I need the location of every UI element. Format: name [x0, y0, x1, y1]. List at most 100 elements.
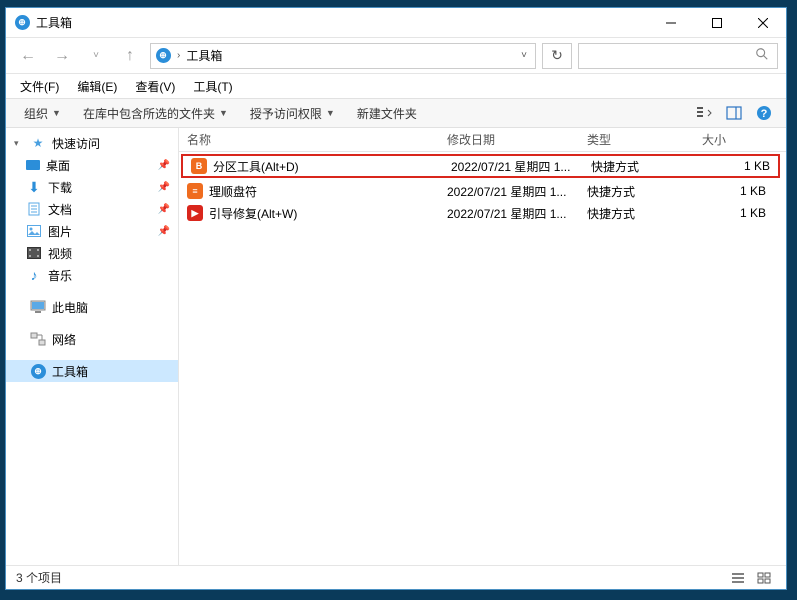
- chevron-down-icon: ▾: [14, 138, 24, 149]
- network-icon: [30, 331, 46, 347]
- search-icon: [755, 47, 769, 64]
- pictures-icon: [26, 223, 42, 239]
- toolbar-include[interactable]: 在库中包含所选的文件夹 ▼: [73, 102, 238, 125]
- toolbar-newfolder-label: 新建文件夹: [357, 105, 417, 122]
- chevron-down-icon: ▼: [326, 108, 335, 118]
- sidebar-documents[interactable]: 文档 📌: [6, 198, 178, 220]
- breadcrumb[interactable]: 工具箱: [186, 47, 222, 64]
- content-pane: 名称 修改日期 类型 大小 B分区工具(Alt+D)2022/07/21 星期四…: [179, 128, 786, 565]
- pin-icon: 📌: [158, 204, 170, 215]
- address-dropdown-icon[interactable]: ˅: [517, 50, 531, 61]
- file-icon: ▶: [187, 205, 203, 221]
- sidebar-toolbox[interactable]: ⊕ 工具箱: [6, 360, 178, 382]
- file-date: 2022/07/21 星期四 1...: [439, 183, 579, 200]
- sidebar-music[interactable]: ♪ 音乐: [6, 264, 178, 286]
- maximize-button[interactable]: [694, 8, 740, 38]
- sidebar-label: 桌面: [46, 157, 70, 174]
- document-icon: [26, 201, 42, 217]
- toolbar-right: ?: [690, 101, 778, 125]
- toolbar-organize[interactable]: 组织 ▼: [14, 102, 71, 125]
- chevron-down-icon: ▼: [52, 108, 61, 118]
- file-list[interactable]: B分区工具(Alt+D)2022/07/21 星期四 1...快捷方式1 KB≡…: [179, 152, 786, 565]
- sidebar-label: 网络: [52, 331, 76, 348]
- sidebar-label: 视频: [48, 245, 72, 262]
- file-size: 1 KB: [694, 206, 774, 220]
- download-icon: ⬇: [26, 179, 42, 195]
- refresh-button[interactable]: ↻: [542, 43, 572, 69]
- column-size[interactable]: 大小: [694, 128, 774, 151]
- address-box[interactable]: ⊕ › 工具箱 ˅: [150, 43, 536, 69]
- back-button[interactable]: ←: [14, 42, 42, 70]
- svg-text:?: ?: [761, 108, 768, 120]
- forward-button[interactable]: →: [48, 42, 76, 70]
- file-row[interactable]: B分区工具(Alt+D)2022/07/21 星期四 1...快捷方式1 KB: [181, 154, 780, 178]
- file-icon: ≡: [187, 183, 203, 199]
- chevron-right-icon: ›: [177, 50, 180, 61]
- desktop-icon: [26, 160, 40, 170]
- file-date: 2022/07/21 星期四 1...: [443, 158, 583, 175]
- file-type: 快捷方式: [583, 158, 698, 175]
- menu-bar: 文件(F) 编辑(E) 查看(V) 工具(T): [6, 74, 786, 98]
- explorer-window: ⊕ 工具箱 ← → ˅ ↑ ⊕ › 工具箱 ˅ ↻: [5, 7, 787, 590]
- thumbnails-view-button[interactable]: [752, 568, 776, 588]
- sidebar-this-pc[interactable]: 此电脑: [6, 296, 178, 318]
- recent-dropdown[interactable]: ˅: [82, 42, 110, 70]
- sidebar-label: 快速访问: [52, 135, 100, 152]
- sidebar-desktop[interactable]: 桌面 📌: [6, 154, 178, 176]
- up-button[interactable]: ↑: [116, 42, 144, 70]
- window-title: 工具箱: [36, 14, 72, 31]
- toolbar-newfolder[interactable]: 新建文件夹: [347, 102, 427, 125]
- minimize-button[interactable]: [648, 8, 694, 38]
- sidebar-label: 音乐: [48, 267, 72, 284]
- sidebar-label: 下载: [48, 179, 72, 196]
- view-options-button[interactable]: [690, 101, 718, 125]
- toolbox-icon: ⊕: [30, 363, 46, 379]
- search-input[interactable]: [578, 43, 778, 69]
- pin-icon: 📌: [158, 182, 170, 193]
- help-button[interactable]: ?: [750, 101, 778, 125]
- file-size: 1 KB: [694, 184, 774, 198]
- body-area: ▾ ★ 快速访问 桌面 📌 ⬇ 下载 📌: [6, 128, 786, 565]
- window-controls: [648, 8, 786, 38]
- toolbar-share[interactable]: 授予访问权限 ▼: [240, 102, 345, 125]
- file-row[interactable]: ≡ 理顺盘符 2022/07/21 星期四 1...快捷方式1 KB: [179, 180, 786, 202]
- details-view-button[interactable]: [726, 568, 750, 588]
- sidebar-label: 工具箱: [52, 363, 88, 380]
- file-row[interactable]: ▶ 引导修复(Alt+W) 2022/07/21 星期四 1...快捷方式1 KB: [179, 202, 786, 224]
- file-name: 引导修复(Alt+W): [209, 205, 297, 222]
- file-icon: B: [191, 158, 207, 174]
- sidebar-pictures[interactable]: 图片 📌: [6, 220, 178, 242]
- toolbar-organize-label: 组织: [24, 105, 48, 122]
- videos-icon: [26, 245, 42, 261]
- file-date: 2022/07/21 星期四 1...: [439, 205, 579, 222]
- file-size: 1 KB: [698, 159, 778, 173]
- toolbar-include-label: 在库中包含所选的文件夹: [83, 105, 215, 122]
- file-type: 快捷方式: [579, 183, 694, 200]
- location-icon: ⊕: [155, 48, 171, 64]
- toolbar-share-label: 授予访问权限: [250, 105, 322, 122]
- close-button[interactable]: [740, 8, 786, 38]
- column-name[interactable]: 名称: [179, 128, 439, 151]
- file-type: 快捷方式: [579, 205, 694, 222]
- menu-file[interactable]: 文件(F): [12, 76, 67, 97]
- pin-icon: 📌: [158, 160, 170, 171]
- status-count: 3 个项目: [16, 569, 62, 586]
- sidebar-quick-access[interactable]: ▾ ★ 快速访问: [6, 132, 178, 154]
- sidebar-videos[interactable]: 视频: [6, 242, 178, 264]
- status-bar: 3 个项目: [6, 565, 786, 589]
- menu-view[interactable]: 查看(V): [127, 76, 183, 97]
- sidebar-downloads[interactable]: ⬇ 下载 📌: [6, 176, 178, 198]
- toolbar: 组织 ▼ 在库中包含所选的文件夹 ▼ 授予访问权限 ▼ 新建文件夹 ?: [6, 98, 786, 128]
- preview-pane-button[interactable]: [720, 101, 748, 125]
- column-type[interactable]: 类型: [579, 128, 694, 151]
- sidebar-label: 文档: [48, 201, 72, 218]
- titlebar: ⊕ 工具箱: [6, 8, 786, 38]
- sidebar-network[interactable]: 网络: [6, 328, 178, 350]
- column-date[interactable]: 修改日期: [439, 128, 579, 151]
- menu-edit[interactable]: 编辑(E): [69, 76, 125, 97]
- computer-icon: [30, 299, 46, 315]
- address-bar: ← → ˅ ↑ ⊕ › 工具箱 ˅ ↻: [6, 38, 786, 74]
- chevron-down-icon: ▼: [219, 108, 228, 118]
- menu-tools[interactable]: 工具(T): [185, 76, 240, 97]
- file-name: 理顺盘符: [209, 183, 257, 200]
